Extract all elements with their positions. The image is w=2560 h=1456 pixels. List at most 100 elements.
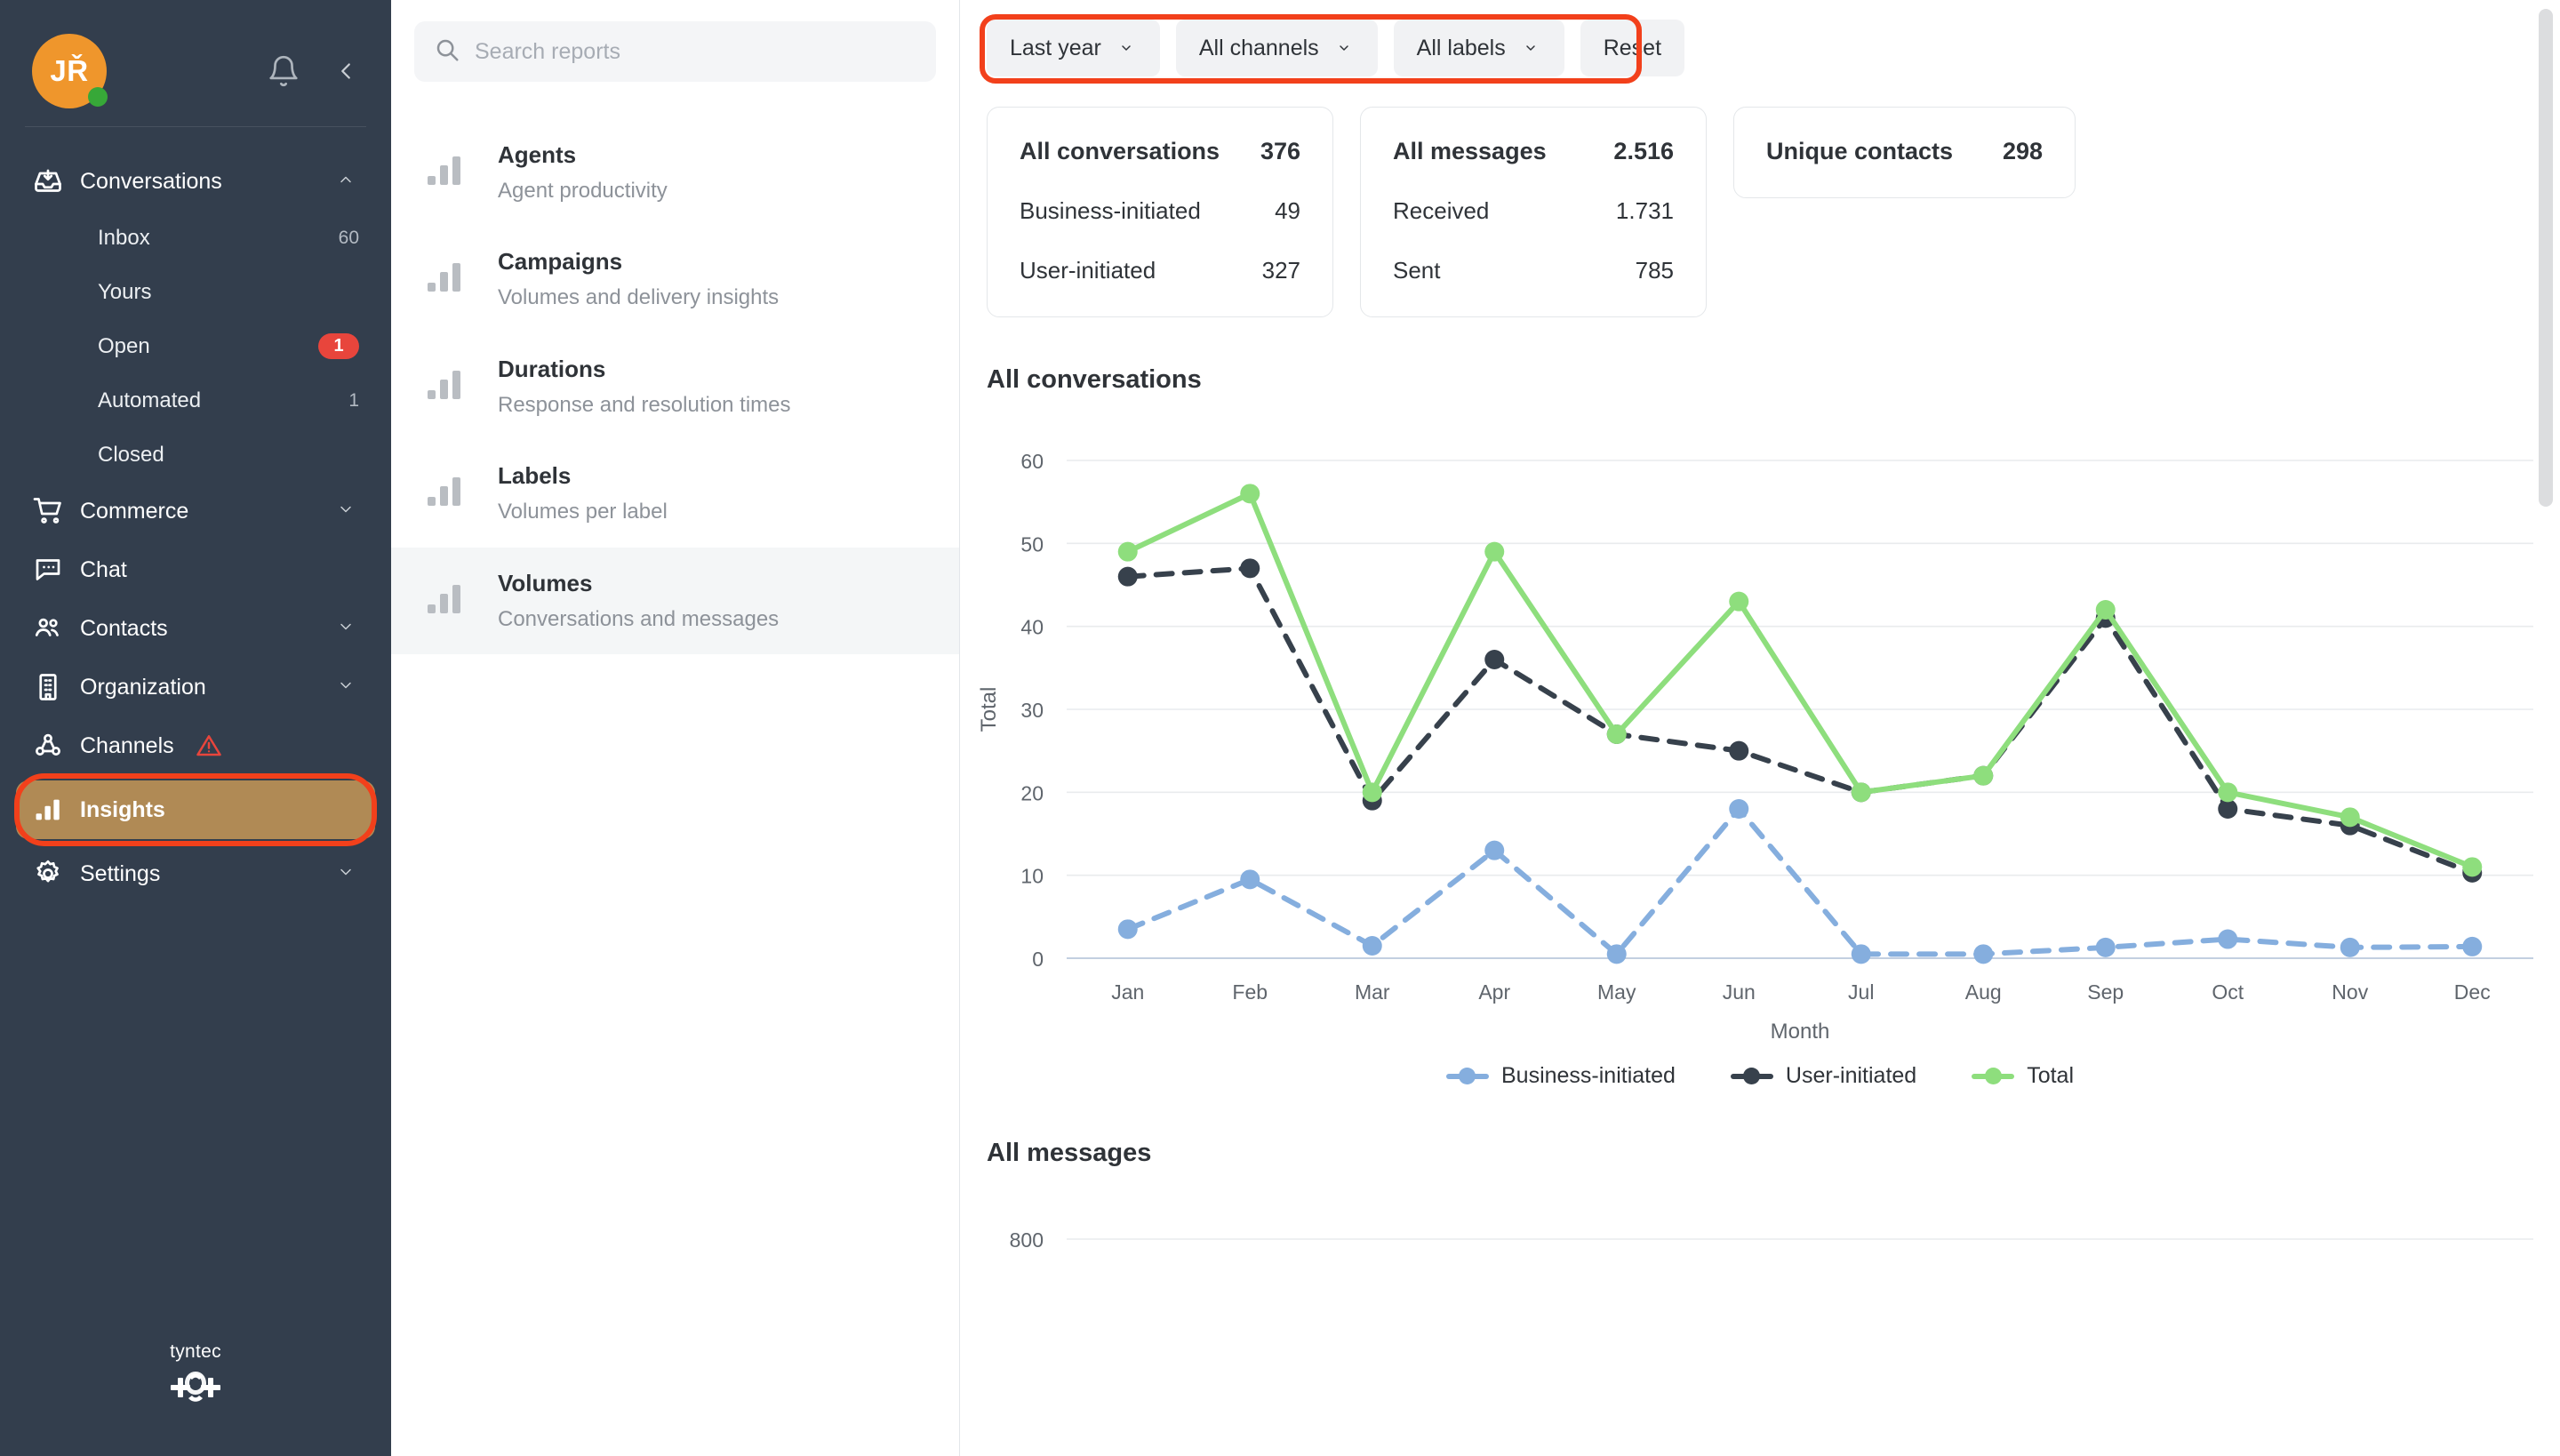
legend-item-business-initiated[interactable]: Business-initiated	[1446, 1063, 1676, 1089]
stat-value: 2.516	[1613, 138, 1674, 165]
app-root: JŘ	[0, 0, 2560, 1456]
collapse-sidebar-icon[interactable]	[332, 54, 359, 88]
sidebar-subitem-label: Closed	[98, 443, 164, 468]
legend-marker	[1731, 1068, 1773, 1084]
chart-legend: Business-initiated User-initiated Total	[960, 1063, 2560, 1089]
svg-text:Jul: Jul	[1848, 980, 1874, 1004]
nodes-icon	[32, 730, 80, 762]
legend-item-total[interactable]: Total	[1972, 1063, 2074, 1089]
legend-label: Business-initiated	[1501, 1063, 1676, 1089]
stat-row: Sent 785	[1393, 257, 1674, 284]
chevron-down-icon	[1116, 41, 1137, 55]
bar-chart-icon	[32, 795, 80, 825]
svg-text:Nov: Nov	[2332, 980, 2368, 1004]
report-item-agents[interactable]: Agents Agent productivity	[391, 119, 959, 226]
svg-text:30: 30	[1020, 699, 1044, 722]
stat-value: 376	[1260, 138, 1300, 165]
inbox-count: 60	[339, 228, 359, 249]
stat-row: Received 1.731	[1393, 197, 1674, 225]
channels-filter-button[interactable]: All channels	[1176, 20, 1378, 76]
report-item-campaigns[interactable]: Campaigns Volumes and delivery insights	[391, 226, 959, 332]
svg-text:800: 800	[1010, 1228, 1044, 1252]
legend-marker	[1972, 1068, 2014, 1084]
primary-sidebar: JŘ	[0, 0, 391, 1456]
scrollbar-thumb[interactable]	[2539, 9, 2553, 507]
sidebar-item-organization[interactable]: Organization	[0, 658, 391, 716]
stat-label: All messages	[1393, 138, 1547, 165]
report-subtitle: Volumes and delivery insights	[498, 283, 779, 314]
people-icon	[32, 612, 80, 644]
sidebar-item-closed[interactable]: Closed	[0, 428, 391, 482]
report-subtitle: Response and resolution times	[498, 390, 791, 421]
report-item-volumes[interactable]: Volumes Conversations and messages	[391, 548, 959, 654]
stat-row: User-initiated 327	[1020, 257, 1300, 284]
stat-label: Received	[1393, 197, 1489, 225]
labels-filter-label: All labels	[1417, 36, 1506, 61]
sidebar-item-channels[interactable]: Channels	[0, 716, 391, 775]
messages-stat-card: All messages 2.516 Received 1.731 Sent 7…	[1360, 107, 1707, 317]
sidebar-item-yours[interactable]: Yours	[0, 265, 391, 319]
search-input[interactable]	[475, 39, 916, 65]
search-wrapper	[391, 0, 959, 82]
period-filter-button[interactable]: Last year	[987, 20, 1160, 76]
svg-text:Jan: Jan	[1111, 980, 1144, 1004]
sidebar-item-contacts[interactable]: Contacts	[0, 599, 391, 658]
messages-chart-title: All messages	[960, 1089, 2560, 1168]
sidebar-item-label: Commerce	[80, 499, 188, 524]
bell-icon[interactable]	[267, 53, 300, 89]
inbox-tray-icon	[32, 165, 80, 197]
main-content: Last year All channels All labels Reset	[960, 0, 2560, 1456]
bar-chart-icon	[421, 149, 471, 196]
legend-label: User-initiated	[1786, 1063, 1916, 1089]
sidebar-subitem-label: Open	[98, 334, 150, 359]
report-item-durations[interactable]: Durations Response and resolution times	[391, 333, 959, 440]
sidebar-item-chat[interactable]: Chat	[0, 540, 391, 599]
sidebar-item-insights[interactable]: Insights	[16, 780, 375, 839]
bar-chart-icon	[421, 364, 471, 411]
svg-text:Jun: Jun	[1723, 980, 1756, 1004]
report-item-labels[interactable]: Labels Volumes per label	[391, 440, 959, 547]
report-title: Agents	[498, 139, 668, 172]
chevron-down-icon	[332, 618, 359, 640]
sidebar-item-inbox[interactable]: Inbox 60	[0, 211, 391, 265]
vertical-scrollbar[interactable]	[2539, 9, 2553, 1447]
svg-text:60: 60	[1020, 450, 1044, 473]
svg-text:Month: Month	[1771, 1020, 1830, 1044]
svg-text:0: 0	[1032, 948, 1044, 971]
conversations-chart: 0102030405060TotalJanFebMarAprMayJunJulA…	[960, 425, 2560, 1047]
legend-marker	[1446, 1068, 1489, 1084]
search-container[interactable]	[414, 21, 936, 82]
shopping-cart-icon	[32, 495, 80, 527]
sidebar-item-commerce[interactable]: Commerce	[0, 482, 391, 540]
stat-value: 49	[1275, 197, 1300, 225]
stat-value: 1.731	[1616, 197, 1674, 225]
conversations-stat-card: All conversations 376 Business-initiated…	[987, 107, 1333, 317]
sidebar-item-label: Channels	[80, 733, 174, 759]
sidebar-subitem-label: Automated	[98, 388, 201, 413]
stat-value: 298	[2003, 138, 2043, 165]
svg-text:Mar: Mar	[1355, 980, 1390, 1004]
channels-filter-label: All channels	[1199, 36, 1319, 61]
sidebar-item-insights-wrapper: Insights	[16, 780, 375, 839]
stat-value: 327	[1262, 257, 1300, 284]
stat-label: User-initiated	[1020, 257, 1156, 284]
legend-item-user-initiated[interactable]: User-initiated	[1731, 1063, 1916, 1089]
svg-text:Sep: Sep	[2087, 980, 2124, 1004]
sidebar-item-conversations[interactable]: Conversations	[0, 152, 391, 211]
report-list: Agents Agent productivity Campaigns Volu…	[391, 119, 959, 654]
reset-filters-button[interactable]: Reset	[1580, 20, 1684, 76]
sidebar-item-automated[interactable]: Automated 1	[0, 373, 391, 428]
avatar[interactable]: JŘ	[32, 34, 107, 108]
labels-filter-button[interactable]: All labels	[1394, 20, 1564, 76]
conversations-chart-title: All conversations	[960, 317, 2560, 395]
svg-text:Oct: Oct	[2212, 980, 2244, 1004]
automated-count: 1	[348, 390, 359, 412]
report-subtitle: Conversations and messages	[498, 604, 779, 636]
stat-value: 785	[1636, 257, 1674, 284]
report-subtitle: Volumes per label	[498, 497, 668, 528]
svg-text:Total: Total	[977, 687, 1001, 732]
chat-bubble-icon	[32, 554, 80, 586]
sidebar-item-settings[interactable]: Settings	[0, 844, 391, 903]
bar-chart-icon	[421, 470, 471, 517]
sidebar-item-open[interactable]: Open 1	[0, 319, 391, 373]
